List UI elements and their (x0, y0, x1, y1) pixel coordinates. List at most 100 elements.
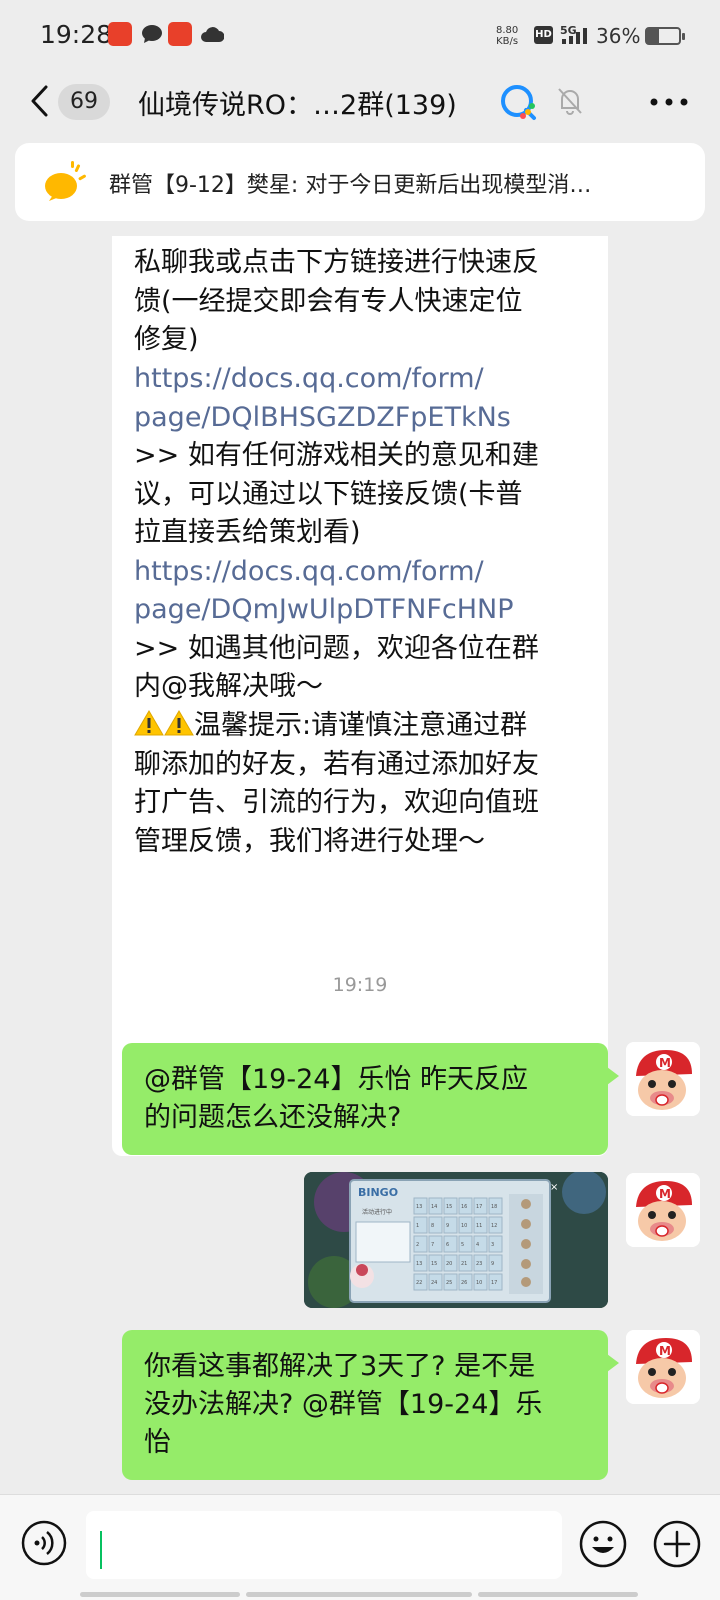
bingo-title: BINGO (358, 1186, 398, 1199)
more-options-icon[interactable] (650, 98, 688, 106)
bingo-cell-number: 24 (431, 1280, 437, 1286)
feedback-link-2-cont[interactable]: page/DQmJwUlpDTFNFcHNP (134, 591, 514, 629)
network-speed-unit: KB/s (496, 36, 519, 47)
battery-percent: 36% (596, 24, 641, 48)
battery-fill (647, 29, 659, 43)
network-speed: 8.80 KB/s (496, 25, 518, 47)
message-line: 拉直接丢给策划看) (134, 517, 361, 548)
game-screenshot-image[interactable]: BINGO 活动进行中 13 14 15 16 17 18 1 8 9 10 11 12 2 7 6 5 4 3 1… (304, 1172, 608, 1308)
bingo-cell-number: 6 (446, 1242, 449, 1248)
message-line: 怡 (144, 1427, 171, 1458)
message-line: 管理反馈，我们将进行处理～ (134, 826, 485, 857)
message-line: 聊添加的好友，若有通过添加好友 (134, 749, 539, 780)
bingo-cell-number: 4 (476, 1242, 479, 1248)
bingo-cell-number: 15 (431, 1261, 437, 1267)
home-indicator (246, 1592, 472, 1597)
bingo-cell-number: 10 (461, 1223, 467, 1229)
message-line: @群管【19-24】乐怡 昨天反应 (144, 1064, 529, 1095)
voice-input-icon[interactable] (20, 1519, 68, 1567)
message-line: 议，可以通过以下链接反馈(卡普 (134, 479, 523, 510)
back-arrow-icon[interactable] (28, 84, 52, 118)
svg-text:M: M (659, 1344, 671, 1358)
bingo-cell-number: 22 (416, 1280, 422, 1286)
bingo-cell-number: 16 (461, 1204, 467, 1210)
bingo-cell-number: 9 (491, 1261, 494, 1267)
mario-avatar-icon: M (626, 1042, 700, 1116)
group-announcement[interactable]: 群管【9-12】樊星: 对于今日更新后出现模型消… (15, 143, 705, 221)
incoming-message-bubble[interactable]: >> 若无法找到客服进行处理，可 私聊我或点击下方链接进行快速反 馈(一经提交即… (112, 236, 608, 1156)
bingo-cell-number: 9 (446, 1223, 449, 1229)
cloud-icon (201, 27, 224, 42)
warning-text: 温馨提示:请谨慎注意通过群 (194, 710, 528, 741)
unread-count-badge[interactable]: 69 (58, 84, 110, 120)
outgoing-message-bubble[interactable]: @群管【19-24】乐怡 昨天反应 的问题怎么还没解决? (122, 1043, 619, 1155)
message-line: 私聊我或点击下方链接进行快速反 (134, 247, 539, 278)
message-input[interactable] (86, 1511, 562, 1579)
bingo-cell-number: 18 (491, 1204, 497, 1210)
bingo-cell-number: 25 (446, 1280, 452, 1286)
warning-line: 温馨提示:请谨慎注意通过群 (134, 707, 527, 745)
warning-icon (134, 710, 164, 736)
bingo-cell-number: 13 (416, 1204, 422, 1210)
text-caret (100, 1531, 102, 1569)
mario-avatar-icon: M (626, 1330, 700, 1404)
bingo-cell-number: 21 (461, 1261, 467, 1267)
taobao-app-icon (108, 22, 132, 46)
plus-icon[interactable] (652, 1519, 702, 1569)
message-line: >> 如有任何游戏相关的意见和建 (134, 440, 539, 471)
bingo-cell-number: 17 (476, 1204, 482, 1210)
status-bar: 19:28 8.80 KB/s HD 5G 36% (0, 0, 720, 70)
bingo-cell-number: 5 (461, 1242, 464, 1248)
message-icon (142, 25, 162, 43)
bingo-screenshot: BINGO 活动进行中 13 14 15 16 17 181 8 9 10 11 122 7 6 5 4 31… (304, 1172, 608, 1308)
message-line: 内@我解决哦～ (134, 671, 323, 702)
hd-badge: HD (534, 26, 553, 44)
bingo-cell-number: 11 (476, 1223, 482, 1229)
network-speed-value: 8.80 (496, 25, 519, 36)
warning-icon (164, 710, 194, 736)
avatar[interactable]: M (626, 1173, 700, 1247)
mute-bell-icon (558, 88, 582, 115)
avatar[interactable]: M (626, 1330, 700, 1404)
svg-text:×: × (550, 1182, 558, 1193)
message-line: 打广告、引流的行为，欢迎向值班 (134, 787, 539, 818)
bingo-cell-number: 10 (476, 1280, 482, 1286)
battery-icon (645, 27, 685, 45)
home-indicator (478, 1592, 638, 1597)
feedback-link-1-cont[interactable]: page/DQlBHSGZDZFpETkNs (134, 399, 511, 437)
bingo-cell-number: 13 (416, 1261, 422, 1267)
message-line: 修复) (134, 324, 199, 355)
message-line: >> 如遇其他问题，欢迎各位在群 (134, 633, 539, 664)
outgoing-message-bubble[interactable]: 你看这事都解决了3天了? 是不是 没办法解决? @群管【19-24】乐 怡 (122, 1330, 619, 1480)
chat-title[interactable]: 仙境传说RO：…2群(139) (138, 83, 457, 122)
message-line: 的问题怎么还没解决? (144, 1102, 402, 1133)
message-line: 没办法解决? @群管【19-24】乐 (144, 1389, 543, 1420)
svg-text:M: M (659, 1056, 671, 1070)
announcement-text: 群管【9-12】樊星: 对于今日更新后出现模型消… (109, 173, 592, 198)
home-indicator (80, 1592, 240, 1597)
bingo-cell-number: 1 (416, 1223, 419, 1229)
timestamp-separator: 19:19 (332, 974, 388, 996)
megaphone-icon (45, 161, 86, 201)
chat-input-bar (0, 1494, 720, 1600)
feedback-link-1[interactable]: https://docs.qq.com/form/ (134, 360, 484, 398)
signal-icon: 5G (560, 24, 587, 44)
message-list[interactable]: >> 若无法找到客服进行处理，可 私聊我或点击下方链接进行快速反 馈(一经提交即… (0, 236, 720, 1494)
bingo-cell-number: 12 (491, 1223, 497, 1229)
bingo-cell-number: 2 (416, 1242, 419, 1248)
feedback-link-2[interactable]: https://docs.qq.com/form/ (134, 553, 484, 591)
status-time: 19:28 (40, 20, 113, 49)
bingo-cell-number: 14 (431, 1204, 437, 1210)
avatar[interactable]: M (626, 1042, 700, 1116)
mario-avatar-icon: M (626, 1173, 700, 1247)
bingo-cell-number: 20 (446, 1261, 452, 1267)
bingo-cell-number: 23 (476, 1261, 482, 1267)
chat-header: 69 仙境传说RO：…2群(139) (0, 70, 720, 138)
message-line: 你看这事都解决了3天了? 是不是 (144, 1351, 536, 1382)
bingo-cell-number: 3 (491, 1242, 494, 1248)
qq-channel-icon[interactable] (498, 82, 538, 122)
bingo-cell-number: 8 (431, 1223, 434, 1229)
emoji-icon[interactable] (578, 1519, 628, 1569)
news-app-icon (168, 22, 192, 46)
bingo-cell-number: 7 (431, 1242, 434, 1248)
